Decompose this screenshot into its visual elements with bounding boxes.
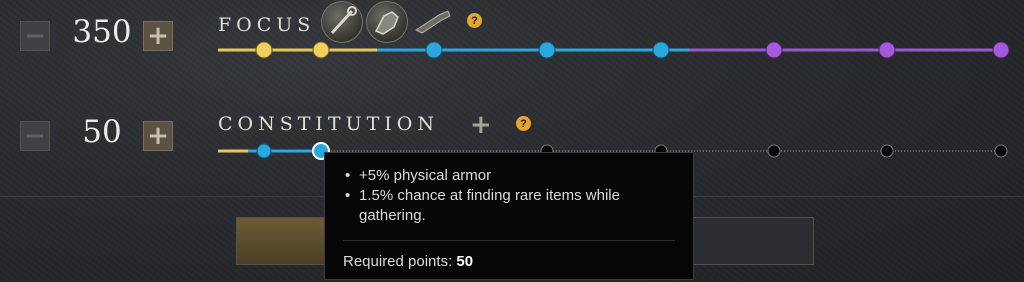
required-points-value: 50 <box>456 253 474 270</box>
constitution-milestone-8 <box>994 144 1008 158</box>
focus-milestone-5 <box>652 41 670 59</box>
tooltip-bonus-item: 1.5% chance at finding rare items while … <box>345 186 675 226</box>
focus-milestone-8 <box>992 41 1010 59</box>
focus-milestone-7 <box>878 41 896 59</box>
tooltip-bonus-item: +5% physical armor <box>345 166 675 186</box>
tooltip-bonus-list: +5% physical armor 1.5% chance at findin… <box>343 166 675 226</box>
constitution-milestone-1 <box>256 143 272 159</box>
constitution-milestone-7 <box>880 144 894 158</box>
constitution-milestone-6 <box>767 144 781 158</box>
required-points-label: Required points: <box>343 253 453 270</box>
tooltip-separator <box>343 240 675 241</box>
milestone-tooltip: +5% physical armor 1.5% chance at findin… <box>324 152 694 280</box>
tooltip-required-points: Required points: 50 <box>343 253 675 270</box>
focus-milestone-1 <box>255 41 273 59</box>
focus-milestone-3 <box>425 41 443 59</box>
focus-milestone-6 <box>765 41 783 59</box>
focus-milestone-4 <box>538 41 556 59</box>
focus-track <box>218 41 1010 59</box>
focus-milestone-2 <box>312 41 330 59</box>
